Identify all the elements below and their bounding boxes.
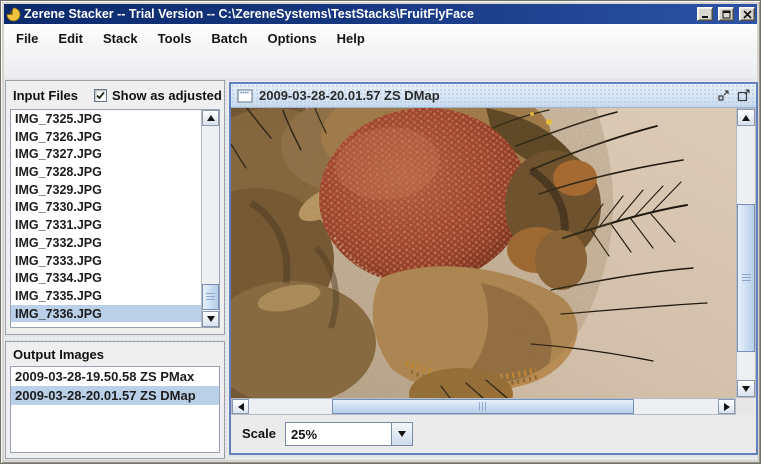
list-item[interactable]: IMG_7334.JPG (11, 269, 201, 287)
scroll-thumb[interactable] (737, 204, 755, 352)
list-item[interactable]: 2009-03-28-20.01.57 ZS DMap (11, 386, 219, 405)
list-item[interactable]: IMG_7335.JPG (11, 287, 201, 305)
content-area: Input Files Show as adjusted IMG_7325.JP… (4, 78, 757, 460)
scroll-track[interactable] (202, 126, 219, 311)
close-button[interactable] (739, 7, 755, 21)
combo-dropdown-button[interactable] (391, 422, 413, 446)
list-item[interactable]: IMG_7331.JPG (11, 216, 201, 234)
input-files-list: IMG_7325.JPGIMG_7326.JPGIMG_7327.JPGIMG_… (11, 110, 201, 327)
menu-item[interactable]: Edit (48, 28, 93, 49)
document-icon (237, 89, 253, 103)
menu-item[interactable]: Batch (201, 28, 257, 49)
scroll-down-button[interactable] (737, 380, 755, 397)
input-files-header: Input Files Show as adjusted (6, 81, 224, 109)
list-item[interactable]: IMG_7325.JPG (11, 110, 201, 128)
iconify-button[interactable] (717, 89, 730, 102)
internal-frame-title: 2009-03-28-20.01.57 ZS DMap (259, 88, 440, 103)
output-images-list: 2009-03-28-19.50.58 ZS PMax2009-03-28-20… (11, 367, 219, 452)
list-item[interactable]: IMG_7336.JPG (11, 305, 201, 323)
checkmark-icon (95, 90, 106, 101)
menu-item[interactable]: Tools (148, 28, 202, 49)
list-item[interactable]: IMG_7330.JPG (11, 198, 201, 216)
scale-value[interactable]: 25% (285, 422, 391, 446)
scroll-down-button[interactable] (202, 311, 219, 327)
list-item[interactable]: IMG_7333.JPG (11, 252, 201, 270)
scrollbar-corner (736, 398, 756, 415)
menu-item[interactable]: File (6, 28, 48, 49)
scale-combobox[interactable]: 25% (285, 422, 413, 446)
show-as-adjusted-label: Show as adjusted (112, 88, 222, 103)
scroll-thumb[interactable] (202, 284, 219, 310)
list-item[interactable]: IMG_7329.JPG (11, 181, 201, 199)
scale-row: Scale 25% (231, 415, 756, 452)
app-window: Zerene Stacker -- Trial Version -- C:\Ze… (0, 0, 761, 464)
scroll-track[interactable] (737, 126, 755, 380)
menu-item[interactable]: Help (327, 28, 375, 49)
maximize-button[interactable] (718, 7, 734, 21)
list-item[interactable]: IMG_7328.JPG (11, 163, 201, 181)
scroll-track[interactable] (249, 399, 718, 414)
list-item[interactable]: IMG_7332.JPG (11, 234, 201, 252)
minimize-button[interactable] (697, 7, 713, 21)
show-as-adjusted-checkbox[interactable] (94, 89, 107, 102)
internal-frame-titlebar[interactable]: 2009-03-28-20.01.57 ZS DMap (231, 84, 756, 108)
app-icon (6, 7, 21, 22)
image-internal-frame: 2009-03-28-20.01.57 ZS DMap (229, 82, 758, 455)
scale-label: Scale (242, 426, 276, 441)
output-images-header: Output Images (6, 342, 224, 366)
input-files-panel: Input Files Show as adjusted IMG_7325.JP… (5, 80, 225, 335)
stacked-image-viewport (231, 108, 736, 398)
window-title: Zerene Stacker -- Trial Version -- C:\Ze… (24, 7, 692, 21)
fruit-fly-image (231, 108, 736, 398)
image-horizontal-scrollbar (231, 398, 736, 415)
output-images-title: Output Images (13, 347, 104, 362)
scroll-up-button[interactable] (737, 109, 755, 126)
scroll-right-button[interactable] (718, 399, 735, 414)
output-images-listbox: 2009-03-28-19.50.58 ZS PMax2009-03-28-20… (10, 366, 220, 453)
list-item[interactable]: 2009-03-28-19.50.58 ZS PMax (11, 367, 219, 386)
image-vertical-scrollbar (736, 108, 756, 398)
scroll-left-button[interactable] (232, 399, 249, 414)
menubar: FileEditStackToolsBatchOptionsHelp (4, 24, 757, 78)
input-files-title: Input Files (13, 88, 78, 103)
menu-items: FileEditStackToolsBatchOptionsHelp (4, 24, 757, 49)
menu-item[interactable]: Options (258, 28, 327, 49)
output-images-panel: Output Images 2009-03-28-19.50.58 ZS PMa… (5, 341, 225, 459)
show-as-adjusted-row: Show as adjusted (94, 88, 222, 103)
internal-frame-body: Scale 25% (231, 108, 756, 452)
input-list-scrollbar (201, 110, 219, 327)
maximize-frame-button[interactable] (737, 89, 750, 102)
scroll-up-button[interactable] (202, 110, 219, 126)
titlebar: Zerene Stacker -- Trial Version -- C:\Ze… (4, 4, 757, 24)
list-item[interactable]: IMG_7326.JPG (11, 128, 201, 146)
scroll-thumb[interactable] (332, 399, 634, 414)
input-files-listbox: IMG_7325.JPGIMG_7326.JPGIMG_7327.JPGIMG_… (10, 109, 220, 328)
list-item[interactable]: IMG_7327.JPG (11, 145, 201, 163)
menu-item[interactable]: Stack (93, 28, 148, 49)
